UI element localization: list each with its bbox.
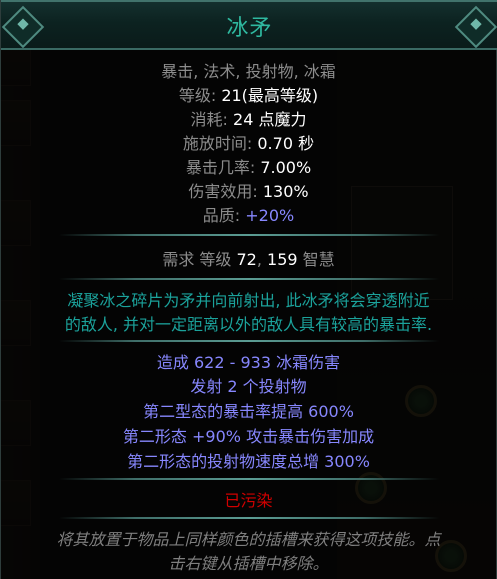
level-label: 等级: bbox=[178, 86, 222, 105]
separator bbox=[59, 517, 439, 519]
corrupted-label: 已污染 bbox=[224, 491, 273, 510]
requirement-label: 需求 等级 bbox=[162, 250, 237, 269]
cost-value: 24 点魔力 bbox=[233, 110, 307, 129]
gem-cast-time: 施放时间: 0.70 秒 bbox=[1, 130, 496, 154]
gem-mod: 发射 2 个投射物 bbox=[190, 377, 307, 396]
gem-description-line: 凝聚冰之碎片为矛并向前射出, 此冰矛将会穿透附近 bbox=[67, 291, 430, 310]
level-value: 21(最高等级) bbox=[221, 86, 319, 105]
separator bbox=[59, 478, 439, 480]
tooltip-header: 冰矛 bbox=[1, 0, 497, 50]
gem-mod: 造成 622 - 933 冰霜伤害 bbox=[156, 353, 341, 372]
gem-name: 冰矛 bbox=[226, 16, 273, 41]
separator bbox=[59, 340, 439, 342]
gem-damage-effectiveness: 伤害效用: 130% bbox=[1, 178, 496, 202]
separator bbox=[59, 234, 439, 236]
gem-description-line: 的敌人, 并对一定距离以外的敌人具有较高的暴击率. bbox=[64, 315, 433, 334]
requirement-int-value: 159 bbox=[267, 250, 298, 269]
gem-crit-chance: 暴击几率: 7.00% bbox=[1, 154, 496, 178]
quality-value: +20% bbox=[245, 206, 295, 225]
quality-label: 品质: bbox=[202, 206, 246, 225]
usage-hint-line: 将其放置于物品上同样颜色的插槽来获得这项技能。点 bbox=[56, 530, 441, 549]
requirement-separator: , bbox=[256, 250, 268, 269]
cast-time-value: 0.70 秒 bbox=[257, 134, 315, 153]
requirement-level-value: 72 bbox=[236, 250, 257, 269]
effectiveness-label: 伤害效用: bbox=[188, 182, 263, 201]
usage-hint-line: 击右键从插槽中移除。 bbox=[168, 554, 329, 573]
gem-mod: 第二形态的投射物速度总增 300% bbox=[127, 452, 370, 471]
cast-time-label: 施放时间: bbox=[182, 134, 258, 153]
crit-chance-label: 暴击几率: bbox=[185, 158, 261, 177]
gem-mod: 第二形态 +90% 攻击暴击伤害加成 bbox=[122, 427, 375, 446]
cost-label: 消耗: bbox=[190, 110, 234, 129]
gem-cost: 消耗: 24 点魔力 bbox=[1, 106, 496, 130]
gem-tags: 暴击, 法术, 投射物, 冰霜 bbox=[161, 62, 336, 81]
gem-mod: 第二型态的暴击率提高 600% bbox=[143, 402, 354, 421]
effectiveness-value: 130% bbox=[262, 182, 309, 201]
item-tooltip: 冰矛 暴击, 法术, 投射物, 冰霜 等级: 21(最高等级) 消耗: 24 点… bbox=[0, 0, 497, 579]
gem-requirements: 需求 等级 72, 159 智慧 bbox=[1, 246, 496, 270]
crit-chance-value: 7.00% bbox=[260, 158, 312, 177]
gem-level: 等级: 21(最高等级) bbox=[1, 82, 496, 106]
separator bbox=[59, 278, 439, 280]
requirement-int-label: 智慧 bbox=[297, 250, 335, 269]
gem-quality: 品质: +20% bbox=[1, 202, 496, 226]
